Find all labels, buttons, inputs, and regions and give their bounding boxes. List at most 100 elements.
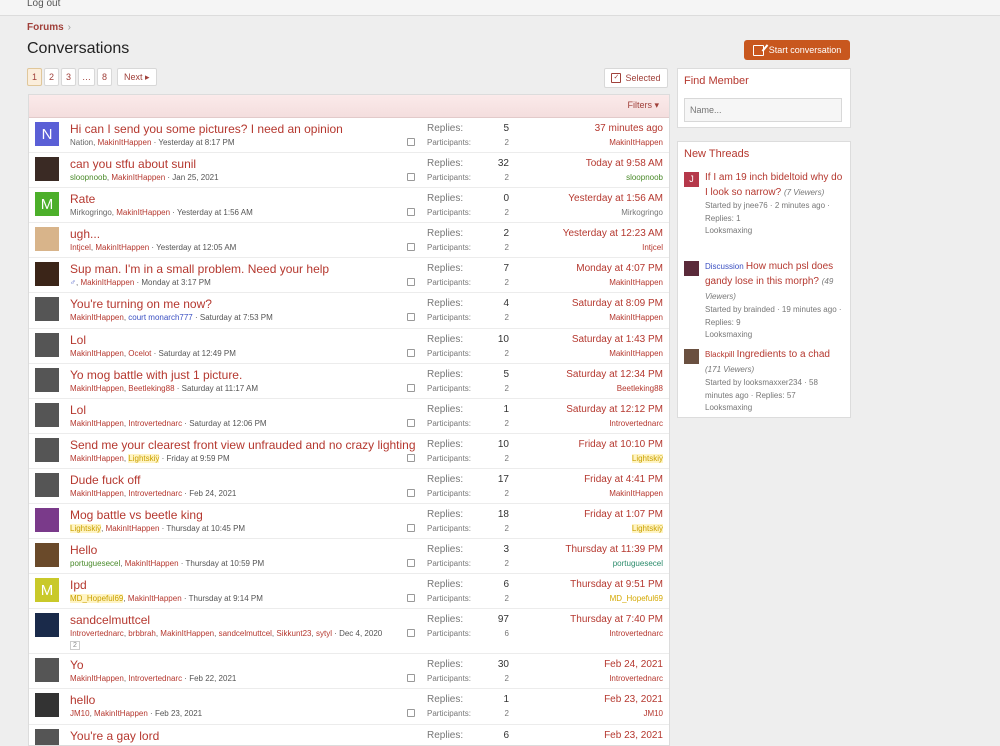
avatar[interactable]	[684, 349, 699, 364]
participant-name[interactable]: MakinItHappen	[160, 629, 214, 638]
avatar[interactable]	[35, 333, 59, 357]
participant-name[interactable]: MakinItHappen	[128, 594, 182, 603]
avatar[interactable]: M	[35, 578, 59, 602]
participant-name[interactable]: Introvertednarc	[128, 419, 182, 428]
participant-name[interactable]: MakinItHappen	[70, 454, 124, 463]
avatar[interactable]	[35, 473, 59, 497]
conversation-title[interactable]: Ipd	[70, 578, 87, 592]
breadcrumb-forums[interactable]: Forums	[27, 22, 64, 33]
avatar[interactable]	[35, 693, 59, 717]
conversation-title[interactable]: Rate	[70, 192, 95, 206]
conversation-title[interactable]: Sup man. I'm in a small problem. Need yo…	[70, 262, 329, 276]
select-checkbox[interactable]	[407, 243, 415, 251]
select-checkbox[interactable]	[407, 524, 415, 532]
conversation-row[interactable]: Sup man. I'm in a small problem. Need yo…	[29, 258, 669, 293]
conversation-row[interactable]: MIpdMD_Hopeful69, MakinItHappen · Thursd…	[29, 574, 669, 609]
page-8[interactable]: 8	[97, 68, 112, 86]
thread-title-text[interactable]: Ingredients to a chad	[737, 349, 830, 360]
filters-dropdown[interactable]: Filters ▾	[627, 100, 659, 111]
avatar[interactable]	[35, 403, 59, 427]
last-message-user[interactable]: MakinItHappen	[609, 489, 663, 498]
thread-prefix[interactable]: Discussion	[705, 262, 746, 271]
select-checkbox[interactable]	[407, 349, 415, 357]
participant-name[interactable]: MakinItHappen	[98, 138, 152, 147]
page-ellipsis[interactable]: …	[78, 68, 95, 86]
conversation-row[interactable]: MRateMirkogringo, MakinItHappen · Yester…	[29, 188, 669, 223]
participant-name[interactable]: court monarch777	[128, 313, 192, 322]
last-message-time[interactable]: Feb 24, 2021	[604, 659, 663, 670]
conversation-title[interactable]: Mog battle vs beetle king	[70, 508, 203, 522]
avatar[interactable]: M	[35, 192, 59, 216]
conversation-row[interactable]: sandcelmuttcelIntrovertednarc, brbbrah, …	[29, 609, 669, 654]
last-message-user[interactable]: JM10	[643, 709, 663, 718]
conversation-row[interactable]: You're a gay lordMakinItHappenReplies:Pa…	[29, 725, 669, 746]
conversation-title[interactable]: Yo mog battle with just 1 picture.	[70, 368, 242, 382]
conversation-title[interactable]: Hello	[70, 543, 97, 557]
last-message-time[interactable]: Thursday at 7:40 PM	[570, 614, 663, 625]
last-message-time[interactable]: Yesterday at 12:23 AM	[563, 228, 663, 239]
participant-name[interactable]: sandcelmuttcel	[219, 629, 272, 638]
select-checkbox[interactable]	[407, 594, 415, 602]
conversation-title[interactable]: sandcelmuttcel	[70, 613, 150, 627]
conversation-row[interactable]: LolMakinItHappen, Ocelot · Saturday at 1…	[29, 329, 669, 364]
conversation-row[interactable]: You're turning on me now?MakinItHappen, …	[29, 293, 669, 328]
avatar[interactable]	[35, 368, 59, 392]
conversation-title[interactable]: You're turning on me now?	[70, 297, 212, 311]
participant-name[interactable]: MakinItHappen	[70, 674, 124, 683]
last-message-time[interactable]: Friday at 1:07 PM	[584, 509, 663, 520]
select-checkbox[interactable]	[407, 454, 415, 462]
conversation-row[interactable]: can you stfu about sunilsloopnoob, Makin…	[29, 153, 669, 188]
participant-name[interactable]: sytyl	[316, 629, 332, 638]
last-message-user[interactable]: MakinItHappen	[609, 138, 663, 147]
participant-name[interactable]: sloopnoob	[70, 173, 107, 182]
select-checkbox[interactable]	[407, 419, 415, 427]
conversation-title[interactable]: Lol	[70, 403, 86, 417]
last-message-user[interactable]: MakinItHappen	[609, 313, 663, 322]
participant-name[interactable]: Ocelot	[128, 349, 151, 358]
conversation-row[interactable]: Send me your clearest front view unfraud…	[29, 434, 669, 469]
participant-name[interactable]: MakinItHappen	[111, 173, 165, 182]
page-badge[interactable]: 2	[70, 641, 80, 650]
page-3[interactable]: 3	[61, 68, 76, 86]
last-message-user[interactable]: Mirkogringo	[621, 208, 663, 217]
thread-item[interactable]: Blackpill Ingredients to a chad (171 Vie…	[684, 347, 846, 415]
last-message-user[interactable]: MakinItHappen	[609, 349, 663, 358]
conversation-title[interactable]: Lol	[70, 333, 86, 347]
last-message-time[interactable]: 37 minutes ago	[595, 123, 663, 134]
participant-name[interactable]: MakinItHappen	[80, 278, 134, 287]
avatar[interactable]	[35, 157, 59, 181]
participant-name[interactable]: Intjcel	[70, 243, 91, 252]
participant-name[interactable]: Introvertednarc	[128, 674, 182, 683]
member-name-input[interactable]	[684, 98, 842, 122]
last-message-user[interactable]: MD_Hopeful69	[610, 594, 663, 603]
participant-name[interactable]: Nation,	[70, 138, 98, 147]
last-message-time[interactable]: Thursday at 11:39 PM	[565, 544, 663, 555]
select-checkbox[interactable]	[407, 173, 415, 181]
last-message-time[interactable]: Saturday at 1:43 PM	[572, 334, 663, 345]
participant-name[interactable]: MakinItHappen	[70, 489, 124, 498]
participant-name[interactable]: MD_Hopeful69	[70, 594, 123, 603]
thread-title[interactable]: Discussion How much psl does gandy lose …	[705, 259, 846, 304]
participant-name[interactable]: MakinItHappen	[70, 419, 124, 428]
last-message-user[interactable]: Introvertednarc	[609, 419, 663, 428]
thread-prefix[interactable]: Blackpill	[705, 350, 737, 359]
participant-name[interactable]: JM10	[70, 709, 90, 718]
last-message-time[interactable]: Feb 23, 2021	[604, 694, 663, 705]
participant-name[interactable]: MakinItHappen	[116, 208, 170, 217]
conversation-title[interactable]: hello	[70, 693, 95, 707]
last-message-time[interactable]: Thursday at 9:51 PM	[570, 579, 663, 590]
avatar[interactable]	[35, 438, 59, 462]
conversation-title[interactable]: can you stfu about sunil	[70, 157, 196, 171]
participant-name[interactable]: Beetleking88	[128, 384, 174, 393]
select-checkbox[interactable]	[407, 384, 415, 392]
conversation-row[interactable]: Yo mog battle with just 1 picture.MakinI…	[29, 364, 669, 399]
conversation-title[interactable]: Send me your clearest front view unfraud…	[70, 438, 416, 452]
selected-button[interactable]: ✓ Selected	[604, 68, 668, 88]
conversation-title[interactable]: Dude fuck off	[70, 473, 141, 487]
avatar[interactable]	[35, 543, 59, 567]
conversation-row[interactable]: Helloportuguesecel, MakinItHappen · Thur…	[29, 539, 669, 574]
conversation-row[interactable]: NHi can I send you some pictures? I need…	[29, 118, 669, 153]
select-checkbox[interactable]	[407, 559, 415, 567]
last-message-time[interactable]: Yesterday at 1:56 AM	[568, 193, 663, 204]
thread-item[interactable]: Discussion How much psl does gandy lose …	[684, 259, 846, 342]
